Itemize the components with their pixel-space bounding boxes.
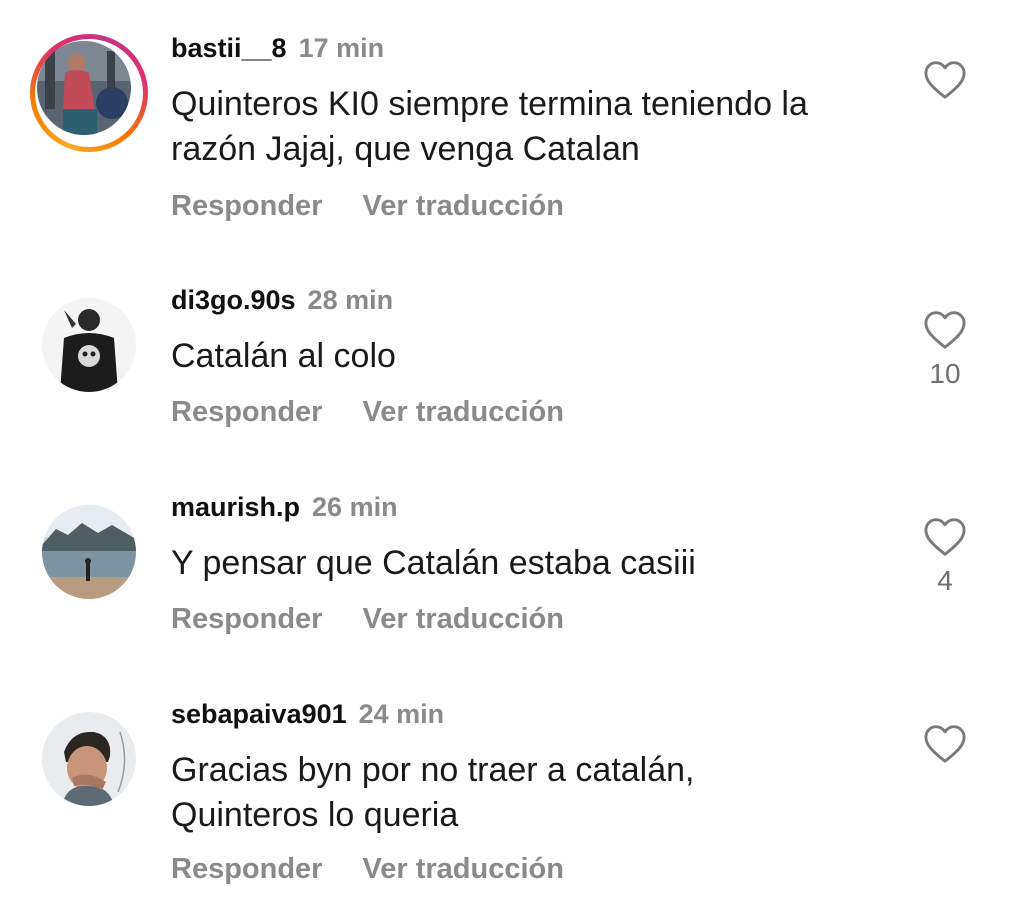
avatar[interactable] [42, 712, 136, 806]
comment-meta: sebapaiva901 24 min [171, 698, 444, 730]
like-button[interactable] [920, 60, 970, 108]
comment-actions: Responder Ver traducción [171, 602, 564, 636]
reply-button[interactable]: Responder [171, 603, 322, 635]
comment-meta: maurish.p 26 min [171, 491, 398, 523]
see-translation-button[interactable]: Ver traducción [362, 190, 563, 222]
comment-text-line: Quinteros KI0 siempre termina teniendo l… [171, 85, 808, 123]
heart-outline-icon [924, 61, 966, 99]
comment-time: 17 min [298, 33, 385, 63]
heart-outline-icon [924, 725, 966, 763]
heart-outline-icon [924, 518, 966, 556]
reply-button[interactable]: Responder [171, 853, 322, 885]
see-translation-button[interactable]: Ver traducción [362, 396, 563, 428]
comments-list: bastii__8 17 min Quinteros KI0 siempre te… [0, 0, 1024, 917]
like-count: 4 [937, 565, 953, 596]
avatar-image [42, 712, 136, 806]
see-translation-button[interactable]: Ver traducción [362, 853, 563, 885]
comment-time: 24 min [358, 699, 445, 729]
heart-outline-icon [924, 311, 966, 349]
avatar-image [42, 505, 136, 599]
comment-text: Quinteros KI0 siempre termina teniendo l… [171, 82, 891, 172]
comment-actions: Responder Ver traducción [171, 395, 564, 429]
avatar[interactable] [37, 41, 131, 135]
story-ring[interactable] [30, 34, 148, 152]
comment-username[interactable]: di3go.90s [171, 285, 296, 315]
avatar[interactable] [42, 505, 136, 599]
comment-meta: bastii__8 17 min [171, 32, 384, 64]
comment-username[interactable]: sebapaiva901 [171, 699, 347, 729]
like-button[interactable]: 10 [920, 310, 970, 390]
see-translation-button[interactable]: Ver traducción [362, 603, 563, 635]
comment-text: Y pensar que Catalán estaba casiii [171, 541, 891, 586]
reply-button[interactable]: Responder [171, 190, 322, 222]
avatar-image [37, 41, 131, 135]
like-button[interactable]: 4 [920, 517, 970, 597]
comment-text: Gracias byn por no traer a catalán, Quin… [171, 748, 891, 838]
like-button[interactable] [920, 724, 970, 772]
comment-meta: di3go.90s 28 min [171, 284, 393, 316]
comment-text-line: Y pensar que Catalán estaba casiii [171, 544, 696, 582]
comment-username[interactable]: maurish.p [171, 492, 300, 522]
comment-actions: Responder Ver traducción [171, 189, 564, 223]
like-count: 10 [929, 358, 961, 389]
comment-text: Catalán al colo [171, 334, 891, 379]
avatar[interactable] [42, 298, 136, 392]
comment-text-line: razón Jajaj, que venga Catalan [171, 130, 640, 168]
comment-time: 28 min [307, 285, 394, 315]
comment-text-line: Catalán al colo [171, 337, 396, 375]
reply-button[interactable]: Responder [171, 396, 322, 428]
avatar-image [42, 298, 136, 392]
comment-username[interactable]: bastii__8 [171, 33, 287, 63]
comment-text-line: Quinteros lo queria [171, 796, 459, 834]
comment-text-line: Gracias byn por no traer a catalán, [171, 751, 695, 789]
comment-actions: Responder Ver traducción [171, 852, 564, 886]
comment-time: 26 min [312, 492, 398, 522]
